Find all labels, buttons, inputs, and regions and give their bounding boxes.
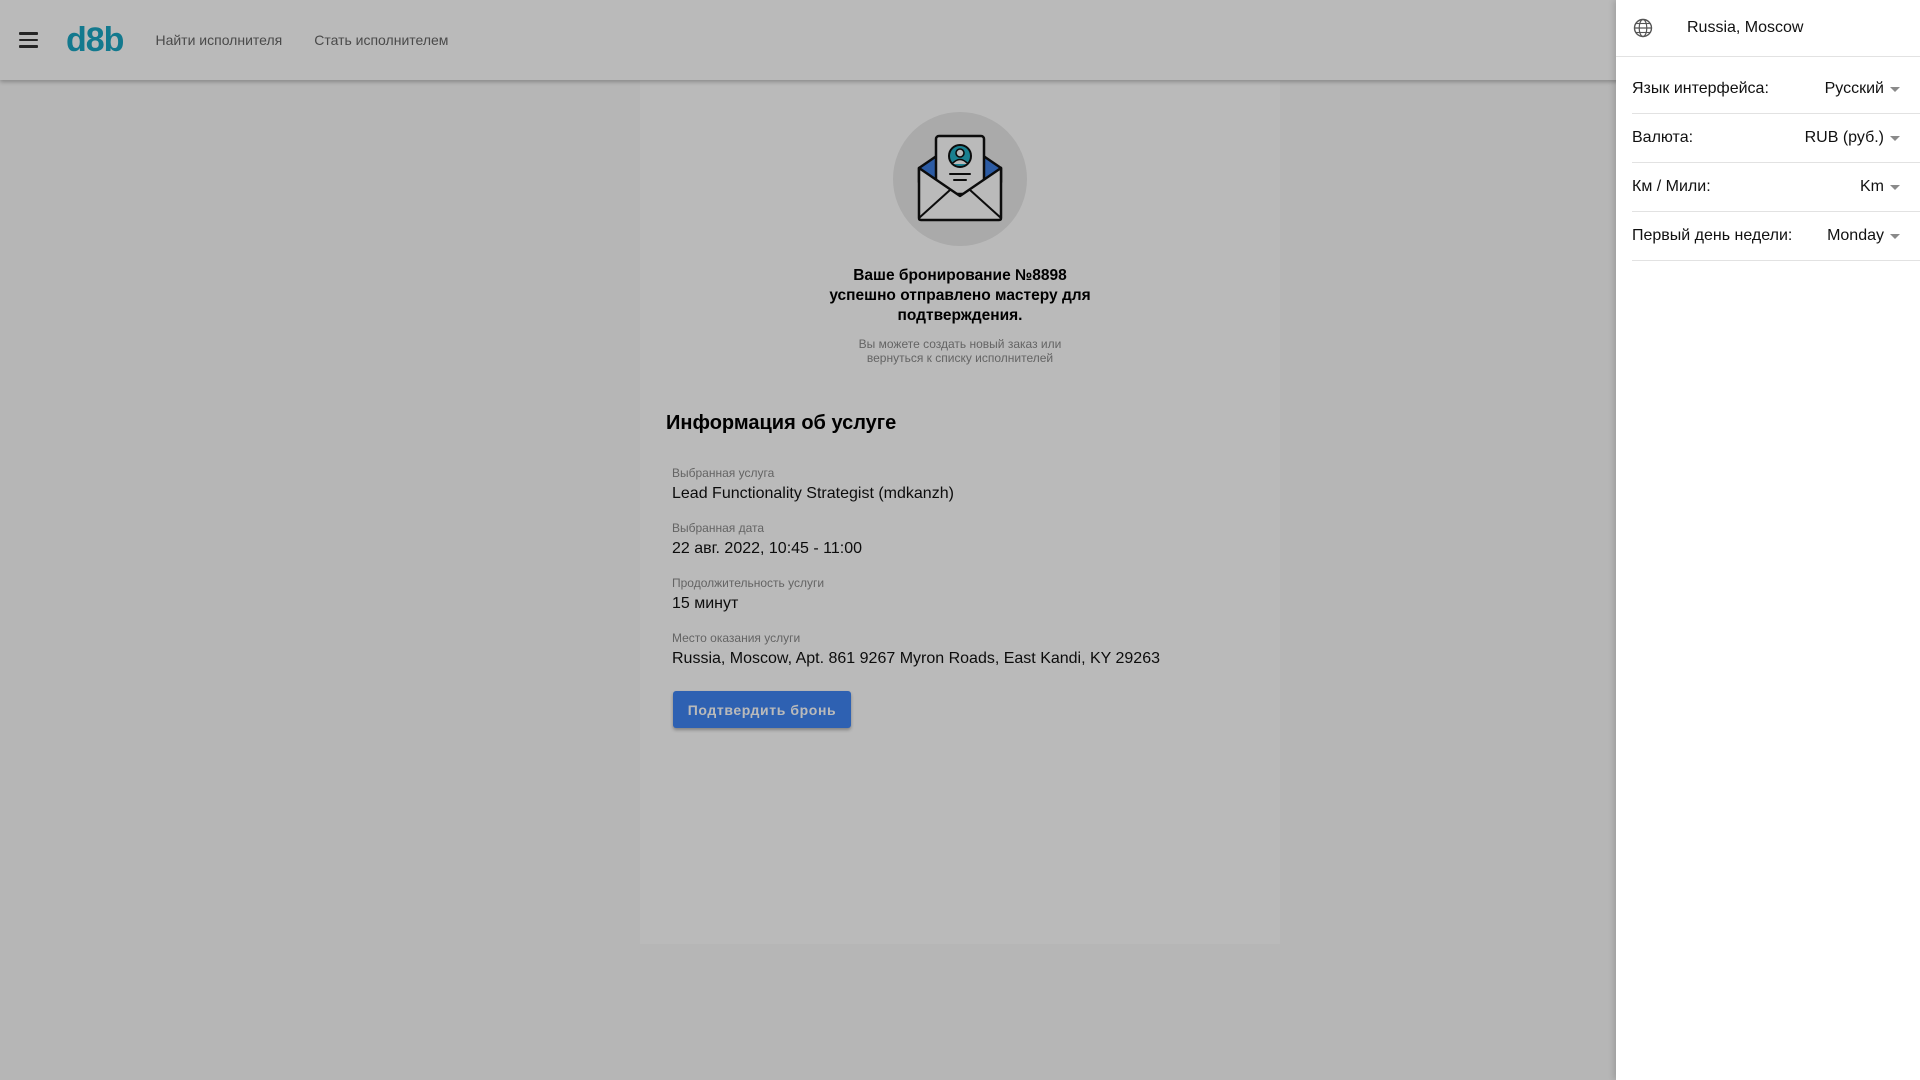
setting-value: Km bbox=[1860, 178, 1884, 195]
location-selector[interactable]: Russia, Moscow bbox=[1616, 0, 1920, 57]
drawer-scrim[interactable] bbox=[0, 0, 1616, 1080]
caret-down-icon bbox=[1890, 233, 1900, 239]
caret-down-icon bbox=[1890, 184, 1900, 190]
setting-label: Первый день недели: bbox=[1632, 227, 1793, 244]
setting-value: RUB (руб.) bbox=[1804, 129, 1884, 146]
setting-label: Валюта: bbox=[1632, 129, 1694, 146]
units-select[interactable]: Km bbox=[1860, 178, 1900, 196]
first-weekday-select[interactable]: Monday bbox=[1827, 227, 1900, 245]
currency-select[interactable]: RUB (руб.) bbox=[1805, 129, 1900, 147]
setting-value: Monday bbox=[1827, 227, 1884, 244]
globe-icon bbox=[1633, 18, 1653, 38]
caret-down-icon bbox=[1890, 86, 1900, 92]
setting-label: Язык интерфейса: bbox=[1632, 80, 1769, 97]
setting-first-weekday: Первый день недели: Monday bbox=[1632, 212, 1920, 261]
setting-language: Язык интерфейса: Русский bbox=[1632, 65, 1920, 114]
setting-value: Русский bbox=[1824, 80, 1884, 97]
setting-label: Км / Мили: bbox=[1632, 178, 1711, 195]
setting-currency: Валюта: RUB (руб.) bbox=[1632, 114, 1920, 163]
settings-drawer: Russia, Moscow Язык интерфейса: Русский … bbox=[1616, 0, 1920, 1080]
location-label: Russia, Moscow bbox=[1687, 19, 1804, 36]
setting-distance-units: Км / Мили: Km bbox=[1632, 163, 1920, 212]
caret-down-icon bbox=[1890, 135, 1900, 141]
language-select[interactable]: Русский bbox=[1825, 80, 1900, 98]
